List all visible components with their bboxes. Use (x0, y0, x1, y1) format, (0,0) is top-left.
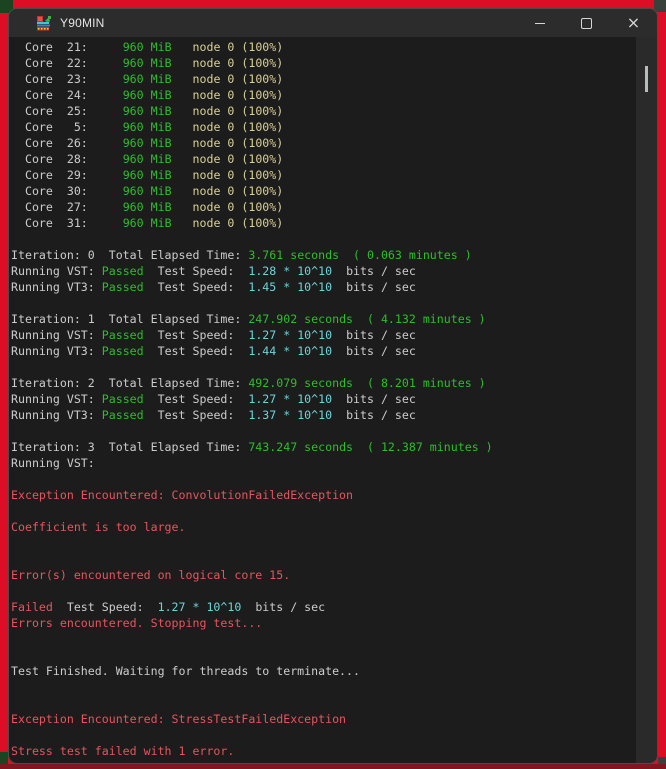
terminal-output[interactable]: Core 21: 960 MiB node 0 (100%) Core 22: … (9, 37, 636, 763)
terminal-line: Exception Encountered: ConvolutionFailed… (11, 488, 354, 502)
terminal-line: Core 30: 960 MiB node 0 (100%) (11, 184, 284, 198)
terminal-line: Core 31: 960 MiB node 0 (100%) (11, 216, 284, 230)
terminal-line: Core 24: 960 MiB node 0 (100%) (11, 88, 284, 102)
terminal-line: Core 21: 960 MiB node 0 (100%) (11, 40, 284, 54)
terminal-line: Iteration: 1 Total Elapsed Time: 247.902… (11, 312, 486, 326)
title-bar[interactable]: Y90MIN × (9, 9, 657, 37)
terminal-line: Error(s) encountered on logical core 15. (11, 568, 291, 582)
scrollbar-thumb[interactable] (645, 66, 648, 92)
minimize-icon (534, 22, 545, 24)
window-controls: × (516, 9, 657, 37)
maximize-icon (581, 17, 592, 29)
terminal-line: Iteration: 0 Total Elapsed Time: 3.761 s… (11, 248, 472, 262)
terminal-line: Running VST: Passed Test Speed: 1.28 * 1… (11, 264, 416, 278)
terminal-line: Iteration: 3 Total Elapsed Time: 743.247… (11, 440, 493, 454)
terminal-line: Core 23: 960 MiB node 0 (100%) (11, 72, 284, 86)
terminal-line: Errors encountered. Stopping test... (11, 616, 263, 630)
terminal-line: Running VST: Passed Test Speed: 1.27 * 1… (11, 328, 416, 342)
terminal-line: Core 22: 960 MiB node 0 (100%) (11, 56, 284, 70)
terminal-line: Stress test failed with 1 error. (11, 744, 235, 758)
terminal-line: Iteration: 2 Total Elapsed Time: 492.079… (11, 376, 486, 390)
terminal-line: Coefficient is too large. (11, 520, 186, 534)
terminal-line: Core 28: 960 MiB node 0 (100%) (11, 152, 284, 166)
terminal-line: Running VST: (11, 456, 95, 470)
terminal-line: Core 26: 960 MiB node 0 (100%) (11, 136, 284, 150)
terminal-line: Test Finished. Waiting for threads to te… (11, 664, 361, 678)
terminal-line: Exception Encountered: StressTestFailedE… (11, 712, 347, 726)
bottom-strip (0, 764, 666, 769)
terminal-line: Running VT3: Passed Test Speed: 1.45 * 1… (11, 280, 416, 294)
terminal-line: Core 5: 960 MiB node 0 (100%) (11, 120, 284, 134)
minimize-button[interactable] (516, 9, 563, 37)
app-icon (36, 15, 52, 31)
terminal-line: Core 27: 960 MiB node 0 (100%) (11, 200, 284, 214)
terminal-line: Core 25: 960 MiB node 0 (100%) (11, 104, 284, 118)
window-title: Y90MIN (60, 16, 105, 30)
console-window: Y90MIN × Core 21: 960 MiB node 0 (100%) … (8, 8, 658, 764)
terminal-line: Running VST: Passed Test Speed: 1.27 * 1… (11, 392, 416, 406)
terminal-line: Core 29: 960 MiB node 0 (100%) (11, 168, 284, 182)
terminal-line: Running VT3: Passed Test Speed: 1.37 * 1… (11, 408, 416, 422)
terminal-line: Failed Test Speed: 1.27 * 10^10 bits / s… (11, 600, 326, 614)
close-button[interactable]: × (610, 9, 657, 37)
scrollbar-track[interactable] (636, 37, 657, 763)
close-icon: × (626, 13, 641, 32)
maximize-button[interactable] (563, 9, 610, 37)
terminal-line: Running VT3: Passed Test Speed: 1.44 * 1… (11, 344, 416, 358)
